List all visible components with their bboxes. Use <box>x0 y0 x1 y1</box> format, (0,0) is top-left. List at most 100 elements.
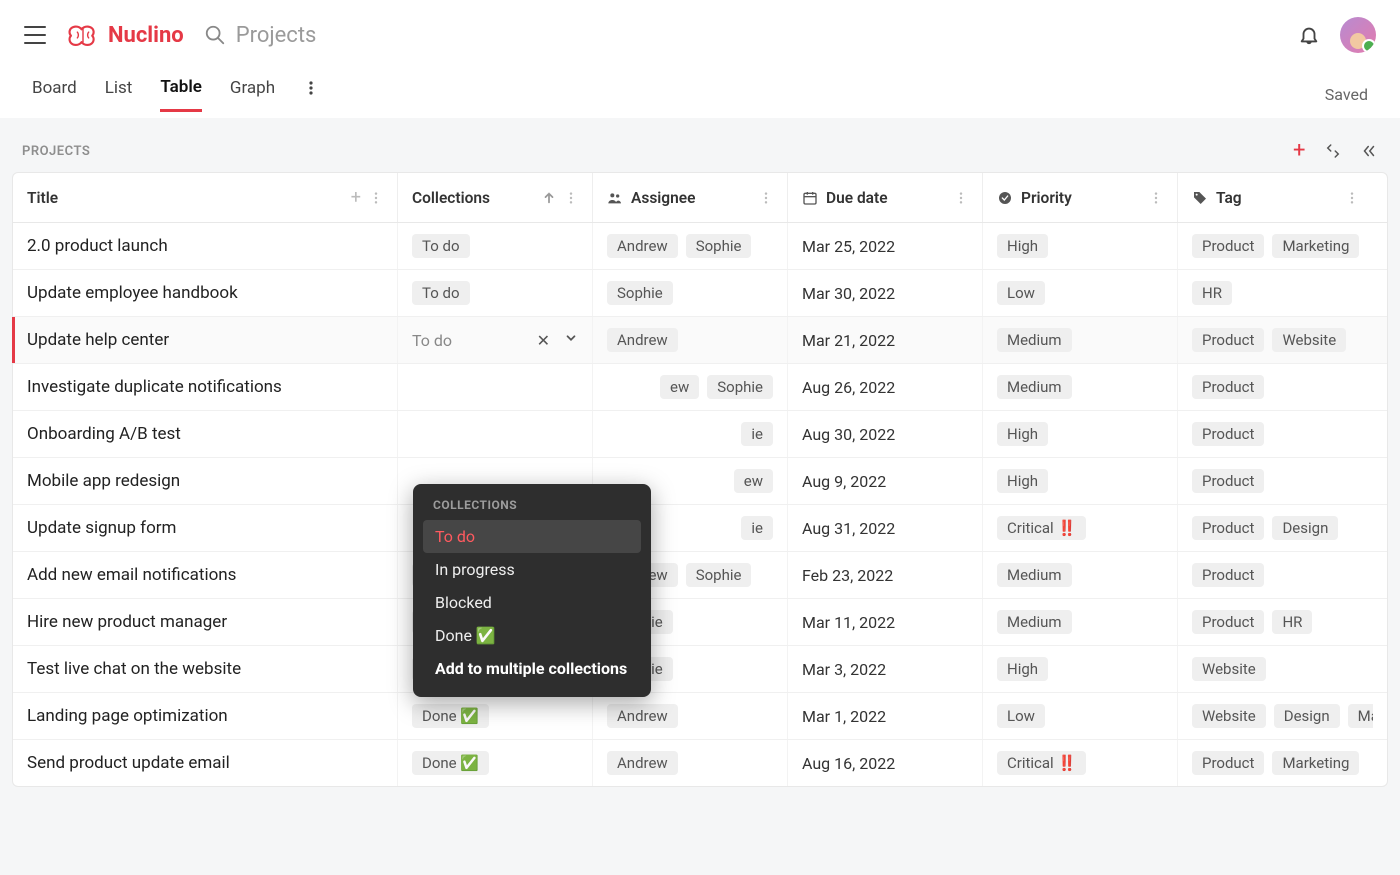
collapse-toggle-button[interactable] <box>1324 142 1342 160</box>
column-priority-menu[interactable] <box>1149 191 1163 205</box>
app-logo[interactable]: Nuclino <box>66 22 184 48</box>
cell-due-date[interactable]: Aug 30, 2022 <box>788 411 983 457</box>
cell-due-date[interactable]: Aug 26, 2022 <box>788 364 983 410</box>
cell-due-date[interactable]: Mar 3, 2022 <box>788 646 983 692</box>
cell-title[interactable]: Send product update email <box>13 740 398 786</box>
cell-priority[interactable]: Medium <box>983 317 1178 363</box>
cell-priority[interactable]: Medium <box>983 552 1178 598</box>
cell-title[interactable]: Update signup form <box>13 505 398 551</box>
column-due-date-menu[interactable] <box>954 191 968 205</box>
cell-assignee[interactable]: ie <box>593 411 788 457</box>
user-avatar[interactable] <box>1340 17 1376 53</box>
cell-due-date[interactable]: Mar 30, 2022 <box>788 270 983 316</box>
dropdown-add-multiple[interactable]: Add to multiple collections <box>423 652 641 685</box>
table-row[interactable]: Landing page optimizationDoneAndrewMar 1… <box>13 693 1387 740</box>
tab-list[interactable]: List <box>105 78 133 110</box>
cell-priority[interactable]: High <box>983 458 1178 504</box>
cell-tags[interactable]: Product <box>1178 364 1373 410</box>
cell-tags[interactable]: HR <box>1178 270 1373 316</box>
cell-assignee[interactable]: Andrew <box>593 740 788 786</box>
cell-title[interactable]: Onboarding A/B test <box>13 411 398 457</box>
add-item-button[interactable]: + <box>1293 140 1306 162</box>
column-title-menu[interactable] <box>369 191 383 205</box>
clear-button[interactable]: ✕ <box>537 331 550 350</box>
cell-title[interactable]: 2.0 product launch <box>13 223 398 269</box>
collections-dropdown[interactable]: COLLECTIONS To do In progress Blocked Do… <box>413 484 651 697</box>
column-tag[interactable]: Tag <box>1178 173 1373 222</box>
column-priority[interactable]: Priority <box>983 173 1178 222</box>
cell-priority[interactable]: High <box>983 411 1178 457</box>
cell-title[interactable]: Update employee handbook <box>13 270 398 316</box>
open-dropdown-button[interactable] <box>564 331 578 350</box>
cell-collection[interactable] <box>398 411 593 457</box>
tab-table[interactable]: Table <box>160 77 202 112</box>
column-assignee-menu[interactable] <box>759 191 773 205</box>
cell-due-date[interactable]: Mar 1, 2022 <box>788 693 983 739</box>
cell-priority[interactable]: Medium <box>983 364 1178 410</box>
cell-priority[interactable]: High <box>983 646 1178 692</box>
cell-priority[interactable]: Low <box>983 693 1178 739</box>
cell-title[interactable]: Landing page optimization <box>13 693 398 739</box>
notifications-icon[interactable] <box>1298 24 1320 46</box>
tab-board[interactable]: Board <box>32 78 77 110</box>
cell-priority[interactable]: Medium <box>983 599 1178 645</box>
cell-due-date[interactable]: Mar 11, 2022 <box>788 599 983 645</box>
tab-graph[interactable]: Graph <box>230 78 275 110</box>
cell-collection[interactable]: Done <box>398 693 593 739</box>
cell-collection[interactable]: To do <box>398 270 593 316</box>
cell-tags[interactable]: Product <box>1178 552 1373 598</box>
column-title[interactable]: Title + <box>13 173 398 222</box>
more-views-button[interactable] <box>303 80 319 108</box>
table-row[interactable]: Add new email notificationsIn progressAn… <box>13 552 1387 599</box>
cell-assignee[interactable]: AndrewSophie <box>593 223 788 269</box>
cell-priority[interactable]: High <box>983 223 1178 269</box>
cell-collection[interactable]: To do✕ <box>398 317 593 363</box>
table-row[interactable]: Update signup formieAug 31, 2022Critical… <box>13 505 1387 552</box>
cell-tags[interactable]: ProductWebsite <box>1178 317 1373 363</box>
cell-title[interactable]: Update help center <box>13 317 398 363</box>
cell-collection[interactable] <box>398 364 593 410</box>
table-row[interactable]: Investigate duplicate notifications ewSop… <box>13 364 1387 411</box>
dropdown-option-blocked[interactable]: Blocked <box>423 586 641 619</box>
cell-tags[interactable]: ProductMarketing <box>1178 740 1373 786</box>
cell-tags[interactable]: Product <box>1178 458 1373 504</box>
column-due-date[interactable]: Due date <box>788 173 983 222</box>
cell-tags[interactable]: Website <box>1178 646 1373 692</box>
cell-tags[interactable]: Product <box>1178 411 1373 457</box>
table-row[interactable]: Onboarding A/B test ieAug 30, 2022HighPro… <box>13 411 1387 458</box>
sort-asc-icon[interactable] <box>542 191 556 205</box>
cell-assignee[interactable]: ewSophie <box>593 364 788 410</box>
table-row[interactable]: Update employee handbookTo doSophieMar 3… <box>13 270 1387 317</box>
cell-title[interactable]: Mobile app redesign <box>13 458 398 504</box>
cell-title[interactable]: Add new email notifications <box>13 552 398 598</box>
menu-button[interactable] <box>24 26 46 44</box>
cell-title[interactable]: Hire new product manager <box>13 599 398 645</box>
table-row[interactable]: Mobile app redesignewAug 9, 2022HighProd… <box>13 458 1387 505</box>
cell-assignee[interactable]: Andrew <box>593 693 788 739</box>
cell-due-date[interactable]: Feb 23, 2022 <box>788 552 983 598</box>
table-row[interactable]: Send product update emailDoneAndrewAug 1… <box>13 740 1387 786</box>
cell-collection[interactable]: Done <box>398 740 593 786</box>
cell-tags[interactable]: ProductDesign <box>1178 505 1373 551</box>
column-assignee[interactable]: Assignee <box>593 173 788 222</box>
cell-assignee[interactable]: Andrew <box>593 317 788 363</box>
cell-assignee[interactable]: Sophie <box>593 270 788 316</box>
hide-panel-button[interactable] <box>1360 142 1378 160</box>
search-area[interactable]: Projects <box>204 23 1278 48</box>
cell-title[interactable]: Investigate duplicate notifications <box>13 364 398 410</box>
cell-tags[interactable]: ProductHR <box>1178 599 1373 645</box>
cell-collection[interactable]: To do <box>398 223 593 269</box>
column-collections-menu[interactable] <box>564 191 578 205</box>
column-tag-menu[interactable] <box>1345 191 1359 205</box>
cell-due-date[interactable]: Mar 25, 2022 <box>788 223 983 269</box>
cell-tags[interactable]: ProductMarketing <box>1178 223 1373 269</box>
cell-tags[interactable]: WebsiteDesignMark <box>1178 693 1373 739</box>
table-row[interactable]: Test live chat on the websiteDoneSophieM… <box>13 646 1387 693</box>
table-row[interactable]: Update help centerTo do✕AndrewMar 21, 20… <box>13 317 1387 364</box>
cell-priority[interactable]: Critical <box>983 740 1178 786</box>
cell-priority[interactable]: Critical <box>983 505 1178 551</box>
table-row[interactable]: 2.0 product launchTo doAndrewSophieMar 2… <box>13 223 1387 270</box>
cell-due-date[interactable]: Aug 16, 2022 <box>788 740 983 786</box>
table-row[interactable]: Hire new product managerBlockedSophieMar… <box>13 599 1387 646</box>
cell-due-date[interactable]: Mar 21, 2022 <box>788 317 983 363</box>
